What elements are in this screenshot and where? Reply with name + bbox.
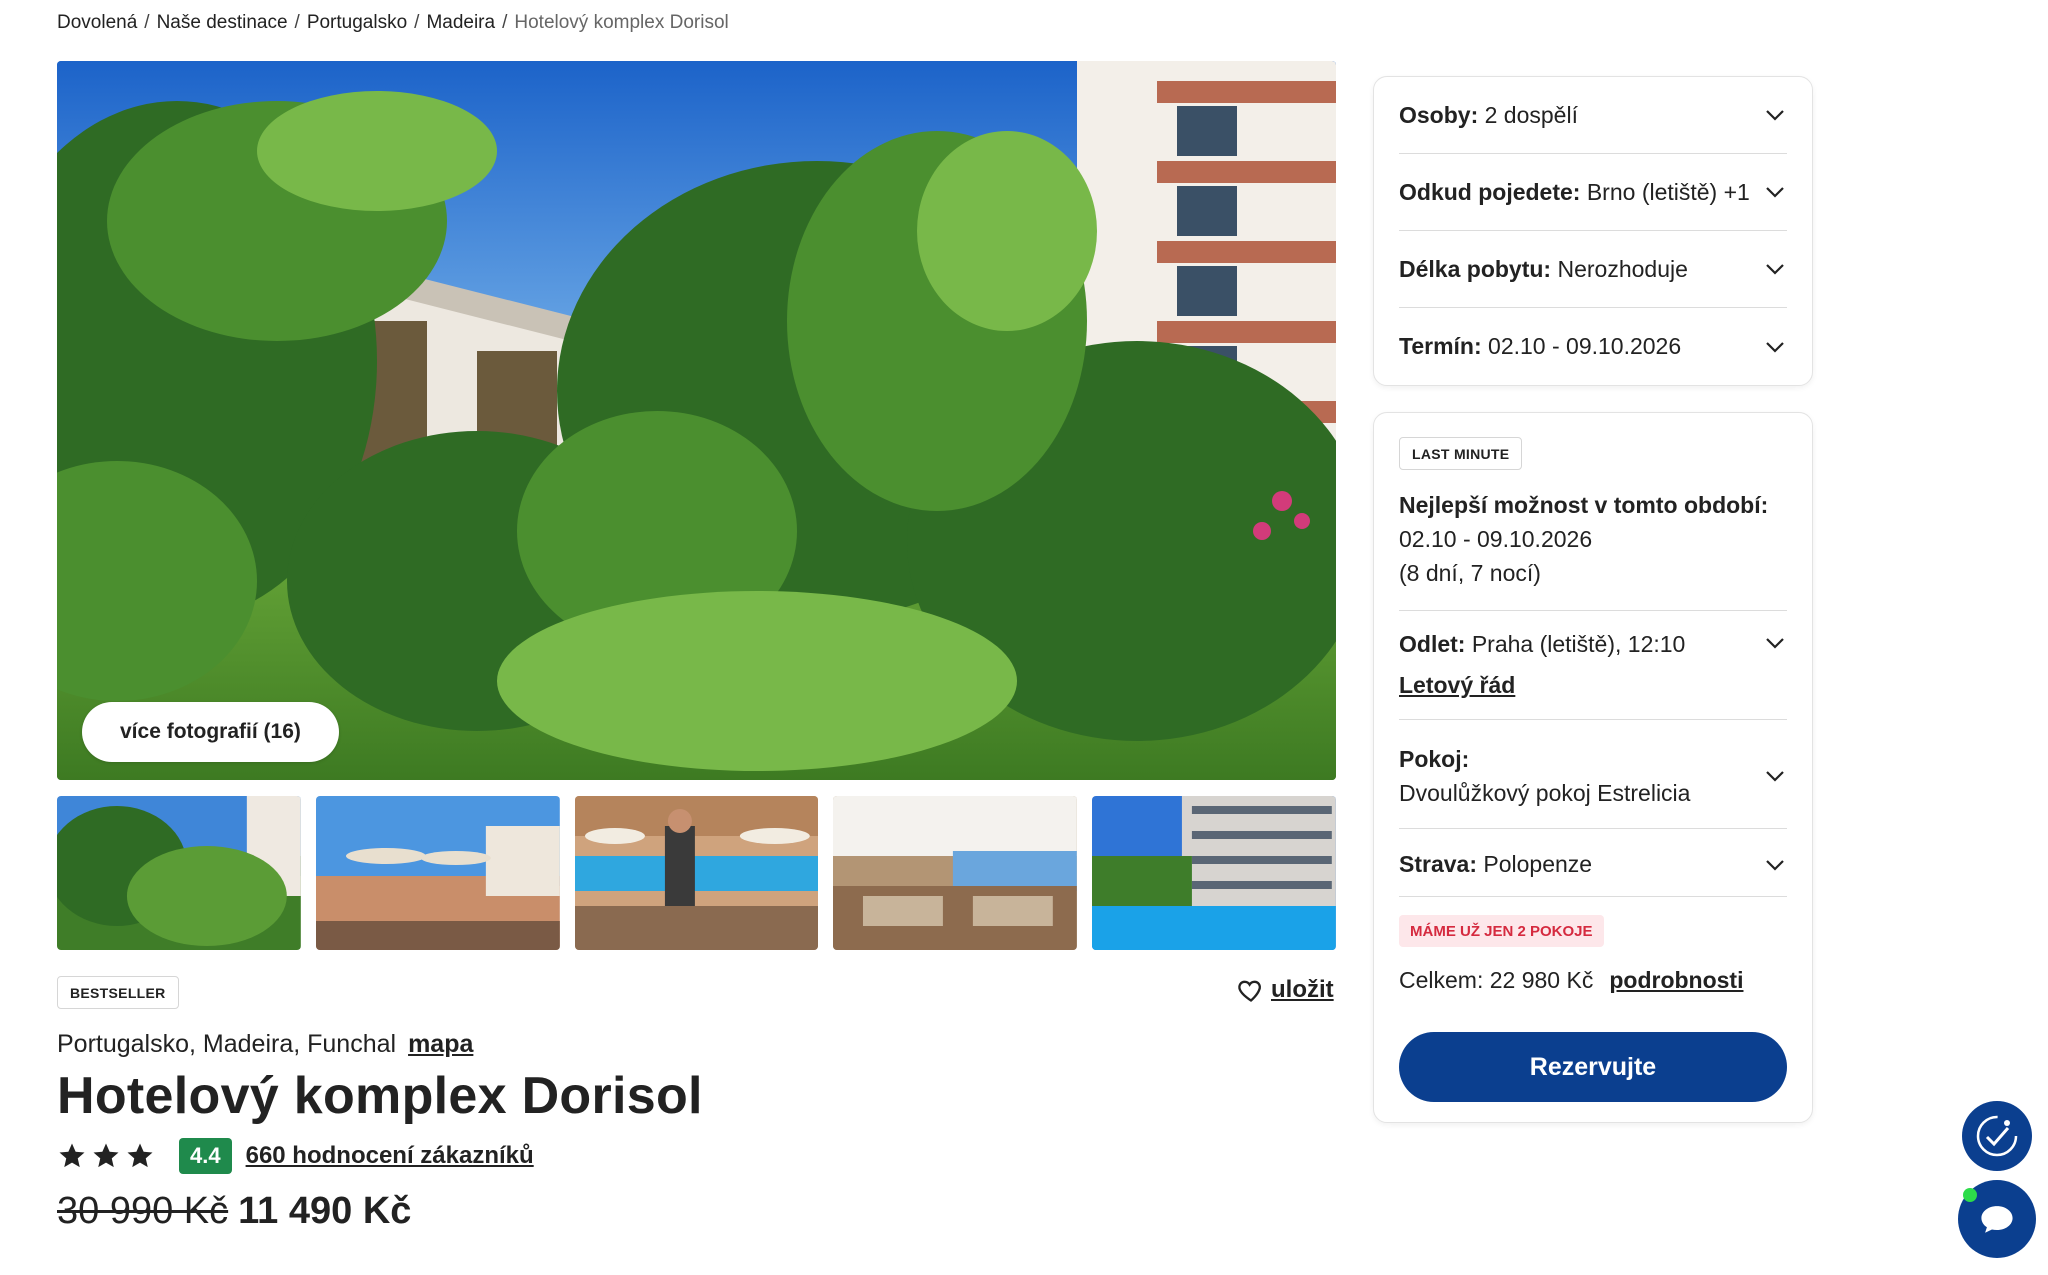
filter-value: Nerozhoduje: [1557, 255, 1688, 282]
rating-score-badge: 4.4: [179, 1138, 232, 1174]
thumbnail-pool[interactable]: [1092, 796, 1336, 950]
departure-value: Praha (letiště), 12:10: [1471, 631, 1686, 657]
total-text: Celkem: 22 980 Kč: [1399, 967, 1593, 994]
filter-persons[interactable]: Osoby: 2 dospělí: [1399, 77, 1787, 154]
filter-date-text: Termín: 02.10 - 09.10.2026: [1399, 333, 1681, 360]
filter-value: 2 dospělí: [1484, 101, 1578, 128]
filter-departure-text: Odkud pojedete: Brno (letiště) +1: [1399, 179, 1750, 206]
thumbnail-pool-dining[interactable]: [574, 796, 819, 950]
breadcrumb-item-portugalsko[interactable]: Portugalsko: [307, 12, 407, 34]
breadcrumb-separator: /: [294, 12, 300, 33]
total-value: 22 980 Kč: [1489, 967, 1594, 993]
departure-row[interactable]: Odlet: Praha (letiště), 12:10 Letový řád: [1399, 610, 1787, 699]
room-info: Pokoj: Dvoulůžkový pokoj Estrelicia: [1399, 742, 1690, 810]
chevron-down-icon: [1766, 771, 1784, 782]
breadcrumb-item-madeira[interactable]: Madeira: [426, 12, 495, 34]
room-value: Dvoulůžkový pokoj Estrelicia: [1399, 780, 1691, 806]
thumbnail-pool-dining-image: [574, 796, 819, 950]
room-label: Pokoj:: [1399, 746, 1470, 772]
board-row[interactable]: Strava: Polopenze: [1399, 828, 1787, 896]
thumbnail-garden[interactable]: [57, 796, 301, 950]
board-label: Strava:: [1399, 851, 1477, 877]
rating-row: 4.4 660 hodnocení zákazníků: [57, 1138, 534, 1174]
save-label: uložit: [1271, 976, 1334, 1003]
page: Dovolená / Naše destinace / Portugalsko …: [0, 0, 2048, 1275]
search-filters-card: Osoby: 2 dospělí Odkud pojedete: Brno (l…: [1373, 76, 1813, 386]
best-option-dates: 02.10 - 09.10.2026: [1399, 526, 1593, 552]
breadcrumb-current: Hotelový komplex Dorisol: [514, 12, 729, 33]
hero-photo-illustration: [57, 61, 1336, 780]
thumbnail-lounge[interactable]: [833, 796, 1078, 950]
more-photos-button[interactable]: více fotografií (16): [82, 702, 339, 762]
departure-label: Odlet:: [1399, 631, 1466, 657]
thumbnail-terrace[interactable]: [315, 796, 560, 950]
price-block: 30 990 Kč 11 490 Kč: [57, 1190, 411, 1233]
filter-value: 02.10 - 09.10.2026: [1488, 333, 1682, 359]
total-label: Celkem:: [1399, 967, 1484, 993]
total-price: Celkem: 22 980 Kč podrobnosti: [1399, 967, 1787, 994]
location-text: Portugalsko, Madeira, Funchal: [57, 1030, 397, 1058]
filter-label: Osoby:: [1399, 101, 1479, 128]
filter-persons-text: Osoby: 2 dospělí: [1399, 102, 1578, 129]
thumbnail-garden-image: [57, 796, 301, 950]
filter-value: Brno (letiště) +1: [1586, 178, 1750, 205]
offer-summary: MÁME UŽ JEN 2 POKOJE Celkem: 22 980 Kč p…: [1399, 896, 1787, 1102]
chevron-down-icon: [1766, 859, 1784, 871]
thumbnail-lounge-image: [833, 796, 1078, 950]
thumbnail-pool-image: [1092, 796, 1336, 950]
hero-photo[interactable]: více fotografií (16): [57, 61, 1336, 780]
hotel-title: Hotelový komplex Dorisol: [57, 1067, 703, 1125]
online-status-dot: [1963, 1188, 1977, 1202]
thumbnail-strip: [57, 796, 1336, 950]
room-row[interactable]: Pokoj: Dvoulůžkový pokoj Estrelicia: [1399, 719, 1787, 828]
breadcrumb-separator: /: [502, 12, 508, 33]
chevron-down-icon: [1766, 264, 1784, 275]
chevron-down-icon: [1766, 110, 1784, 121]
filter-stay-text: Délka pobytu: Nerozhoduje: [1399, 256, 1688, 283]
best-option-title: Nejlepší možnost v tomto období:: [1399, 492, 1769, 518]
flight-schedule-link[interactable]: Letový řád: [1399, 672, 1685, 699]
star-icon: [59, 1143, 85, 1168]
chevron-down-icon: [1766, 638, 1784, 649]
chevron-down-icon: [1766, 341, 1784, 353]
accessibility-icon: [1976, 1115, 2018, 1157]
breadcrumb-item-destinace[interactable]: Naše destinace: [157, 12, 288, 34]
heart-icon: [1238, 980, 1261, 1002]
best-option-duration: (8 dní, 7 nocí): [1399, 560, 1541, 586]
breadcrumb-separator: /: [144, 12, 150, 33]
filter-departure-city[interactable]: Odkud pojedete: Brno (letiště) +1: [1399, 154, 1787, 231]
filter-label: Termín:: [1399, 333, 1482, 359]
filter-label: Odkud pojedete:: [1399, 178, 1581, 205]
star-icon: [127, 1143, 153, 1168]
breadcrumb: Dovolená / Naše destinace / Portugalsko …: [57, 12, 729, 34]
old-price: 30 990 Kč: [57, 1190, 229, 1232]
reviews-link[interactable]: 660 hodnocení zákazníků: [246, 1142, 534, 1170]
breadcrumb-separator: /: [414, 12, 420, 33]
departure-info: Odlet: Praha (letiště), 12:10 Letový řád: [1399, 631, 1685, 699]
best-option: Nejlepší možnost v tomto období: 02.10 -…: [1399, 488, 1787, 590]
accessibility-button[interactable]: [1962, 1101, 2032, 1171]
breadcrumb-item-dovolena[interactable]: Dovolená: [57, 12, 137, 34]
save-button[interactable]: uložit: [1237, 976, 1334, 1004]
board-value: Polopenze: [1483, 851, 1593, 877]
chat-button[interactable]: [1958, 1180, 2036, 1258]
thumbnail-terrace-image: [315, 796, 560, 950]
star-icon: [93, 1143, 119, 1168]
filter-stay-length[interactable]: Délka pobytu: Nerozhoduje: [1399, 231, 1787, 308]
filter-label: Délka pobytu:: [1399, 255, 1552, 282]
board-text: Strava: Polopenze: [1399, 851, 1592, 878]
hotel-location: Portugalsko, Madeira, Funchal mapa: [57, 1030, 473, 1059]
current-price: 11 490 Kč: [238, 1190, 412, 1232]
details-link[interactable]: podrobnosti: [1609, 967, 1743, 994]
chevron-down-icon: [1766, 187, 1784, 198]
reserve-button[interactable]: Rezervujte: [1399, 1032, 1787, 1102]
availability-warning-badge: MÁME UŽ JEN 2 POKOJE: [1399, 915, 1604, 947]
chat-icon: [1981, 1206, 2013, 1233]
filter-date[interactable]: Termín: 02.10 - 09.10.2026: [1399, 308, 1787, 385]
offer-card: LAST MINUTE Nejlepší možnost v tomto obd…: [1373, 412, 1813, 1123]
bestseller-badge: BESTSELLER: [57, 976, 179, 1009]
map-link[interactable]: mapa: [408, 1030, 473, 1059]
last-minute-badge: LAST MINUTE: [1399, 437, 1523, 470]
departure-text: Odlet: Praha (letiště), 12:10: [1399, 631, 1685, 657]
